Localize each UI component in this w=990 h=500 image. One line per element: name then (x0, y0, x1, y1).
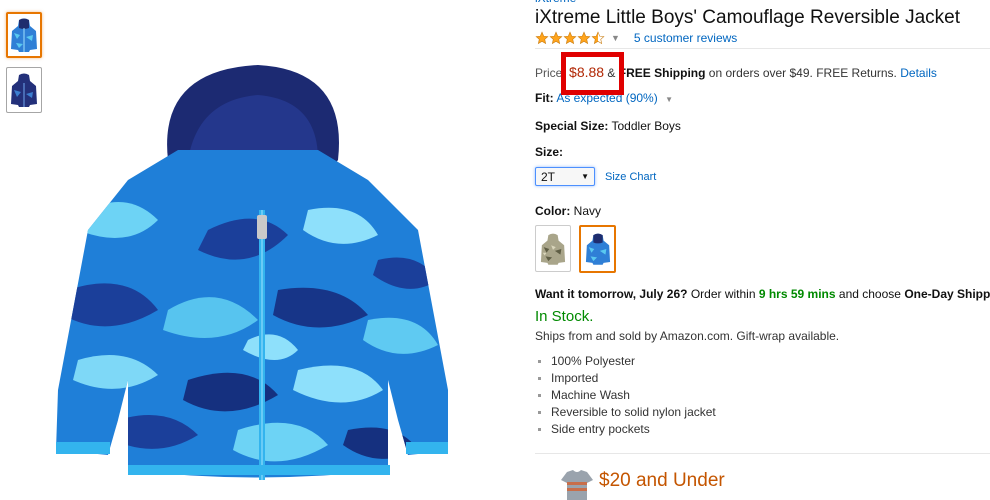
size-select[interactable]: 2T ▼ (535, 167, 595, 186)
divider (535, 453, 990, 454)
stock-status: In Stock. (535, 308, 594, 325)
main-product-image[interactable] (48, 60, 458, 495)
jacket-navy-thumbnail-icon (11, 73, 37, 107)
delivery-prefix: Want it tomorrow, July 26? (535, 287, 688, 301)
chevron-down-icon[interactable]: ▼ (665, 95, 673, 104)
star-icon (563, 31, 577, 45)
delivery-suffix: and choose (838, 287, 901, 301)
shirt-thumbnail-icon (561, 470, 593, 500)
shipping-terms: on orders over $49. FREE Returns. (708, 66, 897, 80)
size-chart-link[interactable]: Size Chart (605, 171, 656, 183)
camouflage-jacket-image (56, 65, 458, 480)
color-swatch-navy[interactable] (579, 225, 616, 273)
price-highlight-box (561, 52, 624, 95)
special-size-row: Special Size: Toddler Boys (535, 119, 681, 133)
product-title: iXtreme Little Boys' Camouflage Reversib… (535, 7, 960, 28)
thumbnail-list (6, 12, 42, 122)
jacket-front-thumbnail-icon (11, 18, 37, 52)
fit-label: Fit: (535, 91, 554, 105)
dropdown-arrow-icon: ▼ (581, 172, 589, 181)
size-label: Size: (535, 145, 564, 159)
feature-bullets: 100% Polyester Imported Machine Wash Rev… (535, 353, 716, 438)
jacket-navy-camo-icon (585, 233, 610, 265)
delivery-countdown: 9 hrs 59 mins (758, 287, 836, 301)
divider (535, 48, 990, 49)
list-item: Imported (538, 370, 716, 387)
reviews-link[interactable]: 5 customer reviews (634, 31, 737, 45)
color-value: Navy (573, 204, 602, 218)
half-star-icon (591, 31, 605, 45)
chevron-down-icon[interactable]: ▼ (611, 33, 620, 43)
color-swatches (535, 225, 616, 273)
free-shipping-label: FREE Shipping (618, 66, 706, 80)
details-link[interactable]: Details (900, 66, 937, 80)
delivery-option: One-Day Shipping (904, 287, 990, 301)
star-icon (577, 31, 591, 45)
rating-row: ▼ 5 customer reviews (535, 31, 737, 45)
color-swatch-green-camo[interactable] (535, 225, 571, 272)
list-item: 100% Polyester (538, 353, 716, 370)
brand-link[interactable]: iXtreme (535, 0, 576, 5)
star-icon (549, 31, 563, 45)
star-rating[interactable] (535, 31, 605, 45)
thumbnail-back[interactable] (6, 67, 42, 113)
size-selected-value: 2T (541, 169, 556, 184)
thumbnail-front[interactable] (6, 12, 42, 58)
ships-from: Ships from and sold by Amazon.com. Gift-… (535, 329, 840, 343)
jacket-green-camo-icon (540, 233, 566, 265)
promo-banner[interactable]: $20 and Under (535, 470, 725, 500)
list-item: Machine Wash (538, 387, 716, 404)
color-row: Color: Navy (535, 204, 601, 218)
list-item: Reversible to solid nylon jacket (538, 405, 716, 419)
special-size-value: Toddler Boys (611, 119, 681, 133)
star-icon (535, 31, 549, 45)
special-size-label: Special Size: (535, 119, 609, 133)
delivery-message: Want it tomorrow, July 26? Order within … (535, 287, 990, 301)
list-item: Side entry pockets (538, 421, 716, 438)
delivery-mid: Order within (690, 287, 756, 301)
promo-text: $20 and Under (599, 470, 725, 491)
color-label: Color: (535, 204, 571, 218)
